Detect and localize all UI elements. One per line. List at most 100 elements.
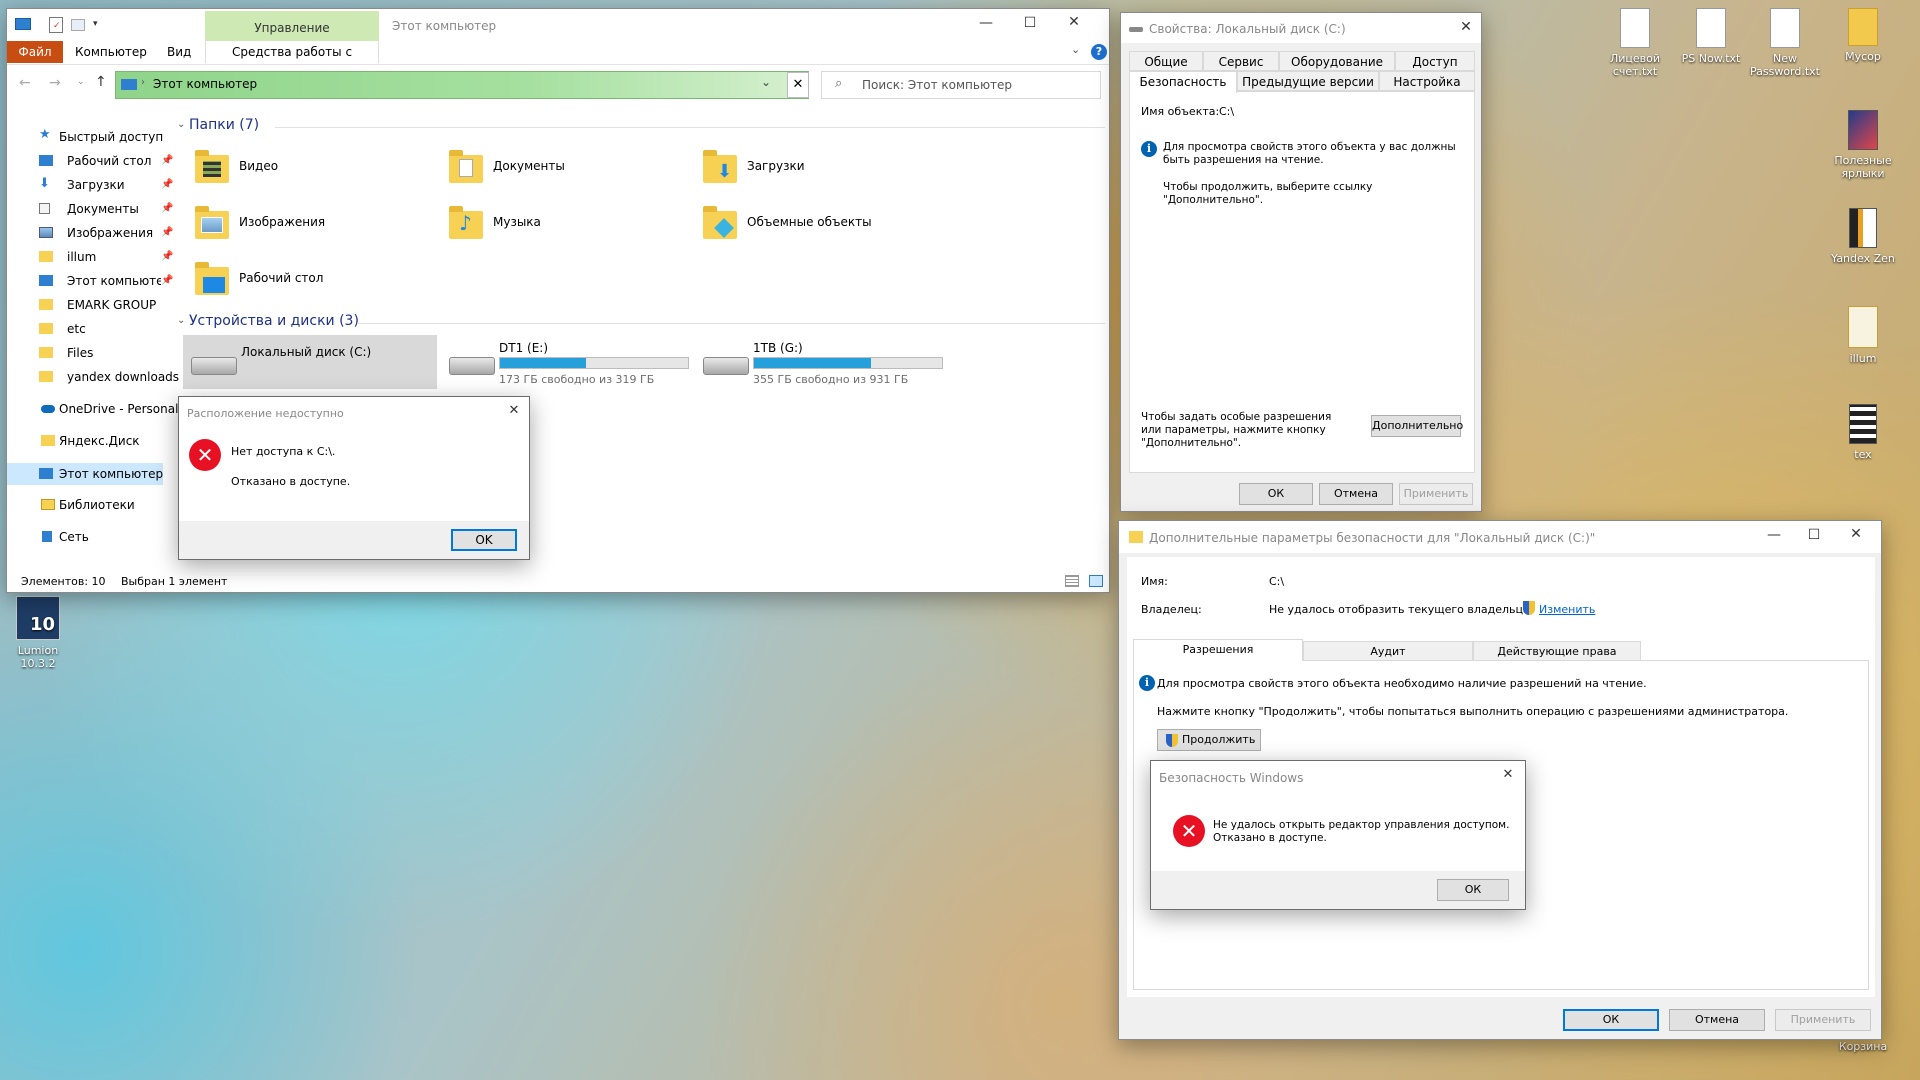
apply-button[interactable]: Применить (1775, 1009, 1871, 1031)
lumion-shortcut[interactable]: 10 Lumion 10.3.2 (0, 596, 76, 676)
folder-3d-objects[interactable]: Объемные объекты (695, 203, 935, 249)
ok-button[interactable]: ОК (1563, 1009, 1659, 1031)
desktop-icon-8[interactable]: tex (1818, 404, 1908, 468)
close-button[interactable]: ✕ (1059, 14, 1089, 30)
folder-desktop[interactable]: Рабочий стол (187, 259, 427, 305)
text-file-icon (1620, 8, 1650, 48)
folders-group-chevron-icon[interactable]: ⌄ (177, 119, 185, 130)
window-title: Этот компьютер (392, 19, 497, 33)
desktop-icon-7[interactable]: illum (1818, 306, 1908, 370)
lumion-icon: 10 (16, 596, 60, 640)
up-button[interactable]: ↑ (95, 74, 107, 90)
recent-locations-button[interactable]: ⌄ (77, 77, 85, 87)
folder-pictures[interactable]: Изображения (187, 203, 427, 249)
drive-g[interactable]: 1TB (G:) 355 ГБ свободно из 931 ГБ (695, 335, 945, 389)
sidebar-item-this-pc-pinned[interactable]: Этот компьютер 📌 (17, 271, 177, 291)
change-owner-link[interactable]: Изменить (1539, 603, 1595, 616)
desktop-icon-label: Мусор (1845, 50, 1881, 63)
window-title: Свойства: Локальный диск (C:) (1149, 22, 1346, 36)
folder-music[interactable]: ♪ Музыка (441, 203, 681, 249)
tab-effective-access[interactable]: Действующие права доступа (1473, 641, 1641, 678)
sidebar-item-quick-access[interactable]: ★ Быстрый доступ (17, 127, 177, 147)
desktop-icon-4[interactable]: Мусор (1818, 8, 1908, 78)
tab-computer[interactable]: Компьютер (75, 41, 147, 63)
close-button[interactable]: ✕ (1493, 767, 1523, 782)
location-unavailable-dialog: Расположение недоступно ✕ ✕ Нет доступа … (178, 396, 530, 560)
ok-button[interactable]: OK (451, 529, 517, 551)
folder-downloads[interactable]: ⬇ Загрузки (695, 147, 935, 193)
tab-disk-tools[interactable]: Средства работы с дисками (205, 41, 379, 81)
sidebar-item-onedrive[interactable]: OneDrive - Personal (17, 399, 178, 419)
details-view-icon[interactable] (1065, 575, 1079, 587)
maximize-button[interactable]: ☐ (1799, 527, 1829, 543)
desktop-icon-6[interactable]: Yandex Zen (1818, 208, 1908, 272)
sidebar-item-downloads[interactable]: ⬇ Загрузки 📌 (17, 175, 177, 195)
address-text: Этот компьютер (153, 77, 258, 91)
sidebar-item-documents[interactable]: Документы 📌 (17, 199, 177, 219)
tab-customize[interactable]: Настройка (1379, 71, 1475, 91)
folders-group-header[interactable]: Папки (7) (189, 117, 259, 133)
sidebar-item-pictures[interactable]: Изображения 📌 (17, 223, 177, 243)
tab-sharing[interactable]: Доступ (1395, 51, 1475, 71)
sidebar-item-emark[interactable]: EMARK GROUP (17, 295, 177, 315)
folder-videos[interactable]: Видео (187, 147, 427, 193)
new-folder-qat-icon[interactable] (71, 19, 85, 31)
ribbon-expand-icon[interactable]: ⌄ (1071, 43, 1080, 56)
hard-drive-icon (449, 357, 495, 375)
tab-general[interactable]: Общие (1129, 51, 1203, 71)
cancel-button[interactable]: Отмена (1669, 1009, 1765, 1031)
library-icon (41, 499, 55, 510)
tab-service[interactable]: Сервис (1203, 51, 1279, 71)
info-icon: i (1141, 141, 1157, 157)
properties-qat-icon[interactable]: ✓ (49, 17, 63, 33)
qat-dropdown-icon[interactable]: ▾ (93, 19, 98, 29)
help-icon[interactable]: ? (1091, 44, 1107, 60)
sidebar-item-illum[interactable]: illum 📌 (17, 247, 177, 267)
sidebar-item-yandex-downloads[interactable]: yandex downloads (17, 367, 179, 387)
minimize-button[interactable]: — (1759, 527, 1789, 543)
pictures-folder-icon (195, 206, 229, 239)
devices-group-chevron-icon[interactable]: ⌄ (177, 315, 185, 326)
tab-auditing[interactable]: Аудит (1303, 641, 1473, 661)
ok-button[interactable]: ОК (1239, 483, 1313, 505)
tab-security[interactable]: Безопасность (1129, 71, 1237, 93)
continue-button[interactable]: Продолжить (1157, 729, 1261, 751)
desktop-icon-3[interactable]: New Password.txt (1740, 8, 1830, 86)
desktop-icon-label: illum (1849, 352, 1877, 365)
drive-e[interactable]: DT1 (E:) 173 ГБ свободно из 319 ГБ (441, 335, 691, 389)
address-dropdown-icon[interactable]: ⌄ (761, 75, 771, 89)
tab-file[interactable]: Файл (7, 41, 63, 63)
large-icons-view-icon[interactable] (1089, 575, 1103, 587)
sidebar-item-this-pc[interactable]: Этот компьютер (7, 463, 163, 485)
sidebar-item-files[interactable]: Files (17, 343, 177, 363)
minimize-button[interactable]: — (971, 15, 1001, 31)
folder-documents[interactable]: Документы (441, 147, 681, 193)
close-button[interactable]: ✕ (499, 403, 529, 418)
tab-hardware[interactable]: Оборудование (1279, 51, 1395, 71)
shortcut-folder-icon (1848, 110, 1878, 150)
ok-button[interactable]: ОК (1437, 879, 1509, 901)
cancel-button[interactable]: Отмена (1319, 483, 1393, 505)
forward-button[interactable]: → (49, 75, 61, 91)
tab-previous-versions[interactable]: Предыдущие версии (1237, 71, 1379, 91)
sidebar-item-desktop[interactable]: Рабочий стол 📌 (17, 151, 177, 171)
close-button[interactable]: ✕ (1451, 19, 1481, 35)
desktop-icon-5[interactable]: Полезные ярлыки (1818, 110, 1908, 190)
tab-view[interactable]: Вид (167, 41, 191, 63)
stop-loading-button[interactable]: ✕ (787, 72, 809, 98)
close-button[interactable]: ✕ (1841, 526, 1871, 542)
desktop-icon-9[interactable]: Корзина (1818, 1040, 1908, 1060)
continue-hint: Нажмите кнопку "Продолжить", чтобы попыт… (1157, 705, 1789, 718)
back-button[interactable]: ← (19, 75, 31, 91)
advanced-button[interactable]: Дополнительно (1371, 415, 1463, 437)
maximize-button[interactable]: ☐ (1015, 15, 1045, 31)
sidebar-item-yandex-disk[interactable]: Яндекс.Диск (17, 431, 177, 451)
drive-c[interactable]: Локальный диск (C:) (183, 335, 437, 389)
pin-icon: 📌 (161, 179, 174, 190)
sidebar-item-etc[interactable]: etc (17, 319, 177, 339)
tab-permissions[interactable]: Разрешения (1133, 639, 1303, 661)
devices-group-header[interactable]: Устройства и диски (3) (189, 313, 359, 329)
sidebar-item-network[interactable]: Сеть (17, 527, 177, 547)
apply-button[interactable]: Применить (1399, 483, 1473, 505)
sidebar-item-libraries[interactable]: Библиотеки (17, 495, 177, 515)
